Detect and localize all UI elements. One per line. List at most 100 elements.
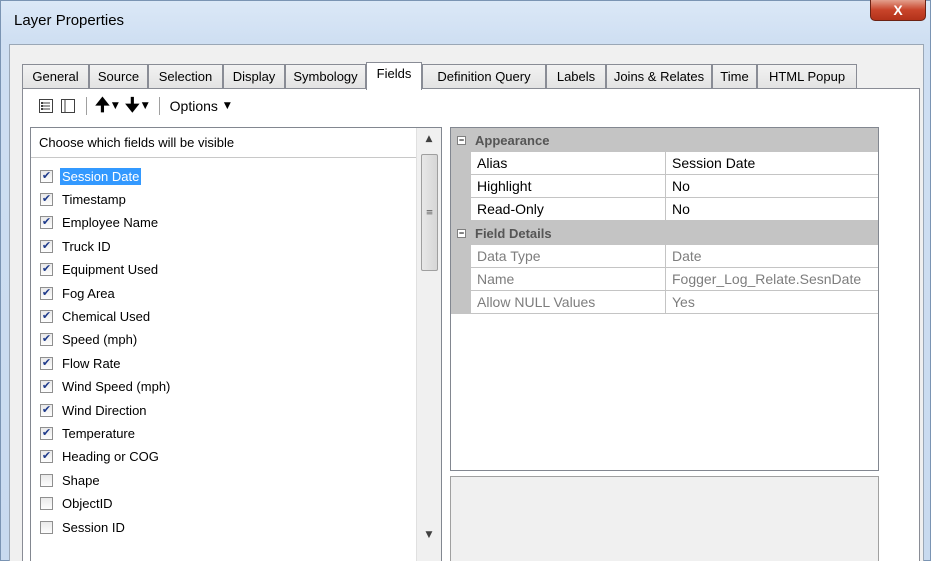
property-row-highlight[interactable]: Highlight No <box>451 175 878 198</box>
list-item[interactable]: Shape <box>40 469 102 491</box>
checkbox-checked[interactable]: ✔ <box>40 380 53 394</box>
list-item[interactable]: ✔ Temperature <box>40 422 137 444</box>
field-property-grid: − Appearance Alias Session Date Highligh… <box>450 127 879 471</box>
field-visibility-list: Choose which fields will be visible ✔ Ses… <box>30 127 442 561</box>
list-blank-icon[interactable] <box>60 98 76 114</box>
tab-html-popup[interactable]: HTML Popup <box>757 64 857 88</box>
checkbox-checked[interactable]: ✔ <box>40 239 53 253</box>
field-label[interactable]: Wind Speed (mph) <box>60 378 172 395</box>
chevron-down-icon[interactable]: ▼ <box>142 101 149 111</box>
list-item[interactable]: ✔ Fog Area <box>40 282 117 304</box>
checkbox-checked[interactable]: ✔ <box>40 356 53 370</box>
tab-source[interactable]: Source <box>89 64 148 88</box>
property-value[interactable]: Session Date <box>666 152 878 175</box>
property-name: Allow NULL Values <box>471 291 666 314</box>
checkbox-checked[interactable]: ✔ <box>40 333 53 347</box>
property-value: Yes <box>666 291 878 314</box>
chevron-down-icon[interactable]: ▼ <box>224 101 231 111</box>
field-label[interactable]: Equipment Used <box>60 261 160 278</box>
close-button[interactable]: X <box>870 0 926 21</box>
list-item[interactable]: ✔ Flow Rate <box>40 352 123 374</box>
collapse-icon[interactable]: − <box>457 135 466 145</box>
tab-selection[interactable]: Selection <box>148 64 223 88</box>
field-label[interactable]: ObjectID <box>60 495 115 512</box>
checkbox-checked[interactable]: ✔ <box>40 286 53 300</box>
window-title: Layer Properties <box>14 12 125 29</box>
field-label[interactable]: Employee Name <box>60 214 160 231</box>
property-row-name: Name Fogger_Log_Relate.SesnDate <box>451 268 878 291</box>
checkbox-checked[interactable]: ✔ <box>40 450 53 464</box>
checkbox-checked[interactable]: ✔ <box>40 169 53 183</box>
chevron-down-icon[interactable]: ▼ <box>112 101 119 111</box>
checkbox-checked[interactable]: ✔ <box>40 426 53 440</box>
checkbox-checked[interactable]: ✔ <box>40 403 53 417</box>
tab-display[interactable]: Display <box>223 64 285 88</box>
checkbox-checked[interactable]: ✔ <box>40 309 53 323</box>
list-item[interactable]: ✔ Wind Direction <box>40 399 149 421</box>
scroll-thumb[interactable]: ≡ <box>421 154 438 271</box>
tab-fields[interactable]: Fields <box>366 62 422 90</box>
checkbox-checked[interactable]: ✔ <box>40 216 53 230</box>
field-label[interactable]: Heading or COG <box>60 448 161 465</box>
tab-joins-relates[interactable]: Joins & Relates <box>606 64 712 88</box>
property-name: Data Type <box>471 245 666 268</box>
row-gutter <box>451 291 471 314</box>
category-field-details[interactable]: − Field Details <box>451 221 878 245</box>
list-item[interactable]: ✔ Speed (mph) <box>40 329 139 351</box>
field-label[interactable]: Speed (mph) <box>60 331 139 348</box>
field-label[interactable]: Truck ID <box>60 238 113 255</box>
tab-general[interactable]: General <box>22 64 89 88</box>
list-item[interactable]: ✔ Session Date <box>40 165 142 187</box>
category-appearance[interactable]: − Appearance <box>451 128 878 152</box>
property-description-box <box>450 476 879 561</box>
list-item[interactable]: ✔ Truck ID <box>40 235 113 257</box>
list-item[interactable]: ✔ Chemical Used <box>40 305 152 327</box>
toolbar-separator <box>86 97 87 115</box>
property-row-read-only[interactable]: Read-Only No <box>451 198 878 221</box>
checkbox-checked[interactable]: ✔ <box>40 263 53 277</box>
row-gutter <box>451 245 471 268</box>
tab-definition-query[interactable]: Definition Query <box>422 64 546 88</box>
row-gutter <box>451 268 471 291</box>
property-value: Fogger_Log_Relate.SesnDate <box>666 268 878 291</box>
scroll-down-icon[interactable]: ▼ <box>417 526 441 544</box>
checkbox-unchecked[interactable] <box>40 473 53 487</box>
list-item[interactable]: ✔ Equipment Used <box>40 259 160 281</box>
collapse-icon[interactable]: − <box>457 228 466 238</box>
arrow-down-icon[interactable]: 🠋 <box>125 97 140 115</box>
field-label[interactable]: Flow Rate <box>60 355 123 372</box>
vertical-scrollbar[interactable]: ▲ ≡ ▼ <box>416 128 441 561</box>
arrow-up-icon[interactable]: 🠉 <box>95 97 110 115</box>
list-item[interactable]: ✔ Timestamp <box>40 188 128 210</box>
list-item[interactable]: ✔ Employee Name <box>40 212 160 234</box>
field-label[interactable]: Fog Area <box>60 285 117 302</box>
field-label[interactable]: Chemical Used <box>60 308 152 325</box>
list-item[interactable]: ✔ Wind Speed (mph) <box>40 376 172 398</box>
row-gutter <box>451 198 471 221</box>
tab-time[interactable]: Time <box>712 64 757 88</box>
options-menu-button[interactable]: Options <box>170 98 218 114</box>
property-row-alias[interactable]: Alias Session Date <box>451 152 878 175</box>
property-value[interactable]: No <box>666 198 878 221</box>
row-gutter <box>451 152 471 175</box>
field-label[interactable]: Shape <box>60 472 102 489</box>
list-item[interactable]: ✔ Heading or COG <box>40 446 161 468</box>
scroll-up-icon[interactable]: ▲ <box>417 130 441 148</box>
list-item[interactable]: Session ID <box>40 516 127 538</box>
field-label[interactable]: Temperature <box>60 425 137 442</box>
list-header: Choose which fields will be visible <box>31 128 416 158</box>
property-row-data-type: Data Type Date <box>451 245 878 268</box>
tab-symbology[interactable]: Symbology <box>285 64 366 88</box>
list-detail-icon[interactable] <box>38 98 54 114</box>
field-label[interactable]: Timestamp <box>60 191 128 208</box>
field-label[interactable]: Session Date <box>60 167 142 185</box>
checkbox-checked[interactable]: ✔ <box>40 192 53 206</box>
property-value[interactable]: No <box>666 175 878 198</box>
checkbox-unchecked[interactable] <box>40 520 53 534</box>
tab-labels[interactable]: Labels <box>546 64 606 88</box>
field-label[interactable]: Wind Direction <box>60 402 149 419</box>
checkbox-unchecked[interactable] <box>40 497 53 511</box>
fields-toolbar: 🠉 ▼ 🠋 ▼ Options ▼ <box>38 94 237 118</box>
list-item[interactable]: ObjectID <box>40 493 115 515</box>
field-label[interactable]: Session ID <box>60 519 127 536</box>
